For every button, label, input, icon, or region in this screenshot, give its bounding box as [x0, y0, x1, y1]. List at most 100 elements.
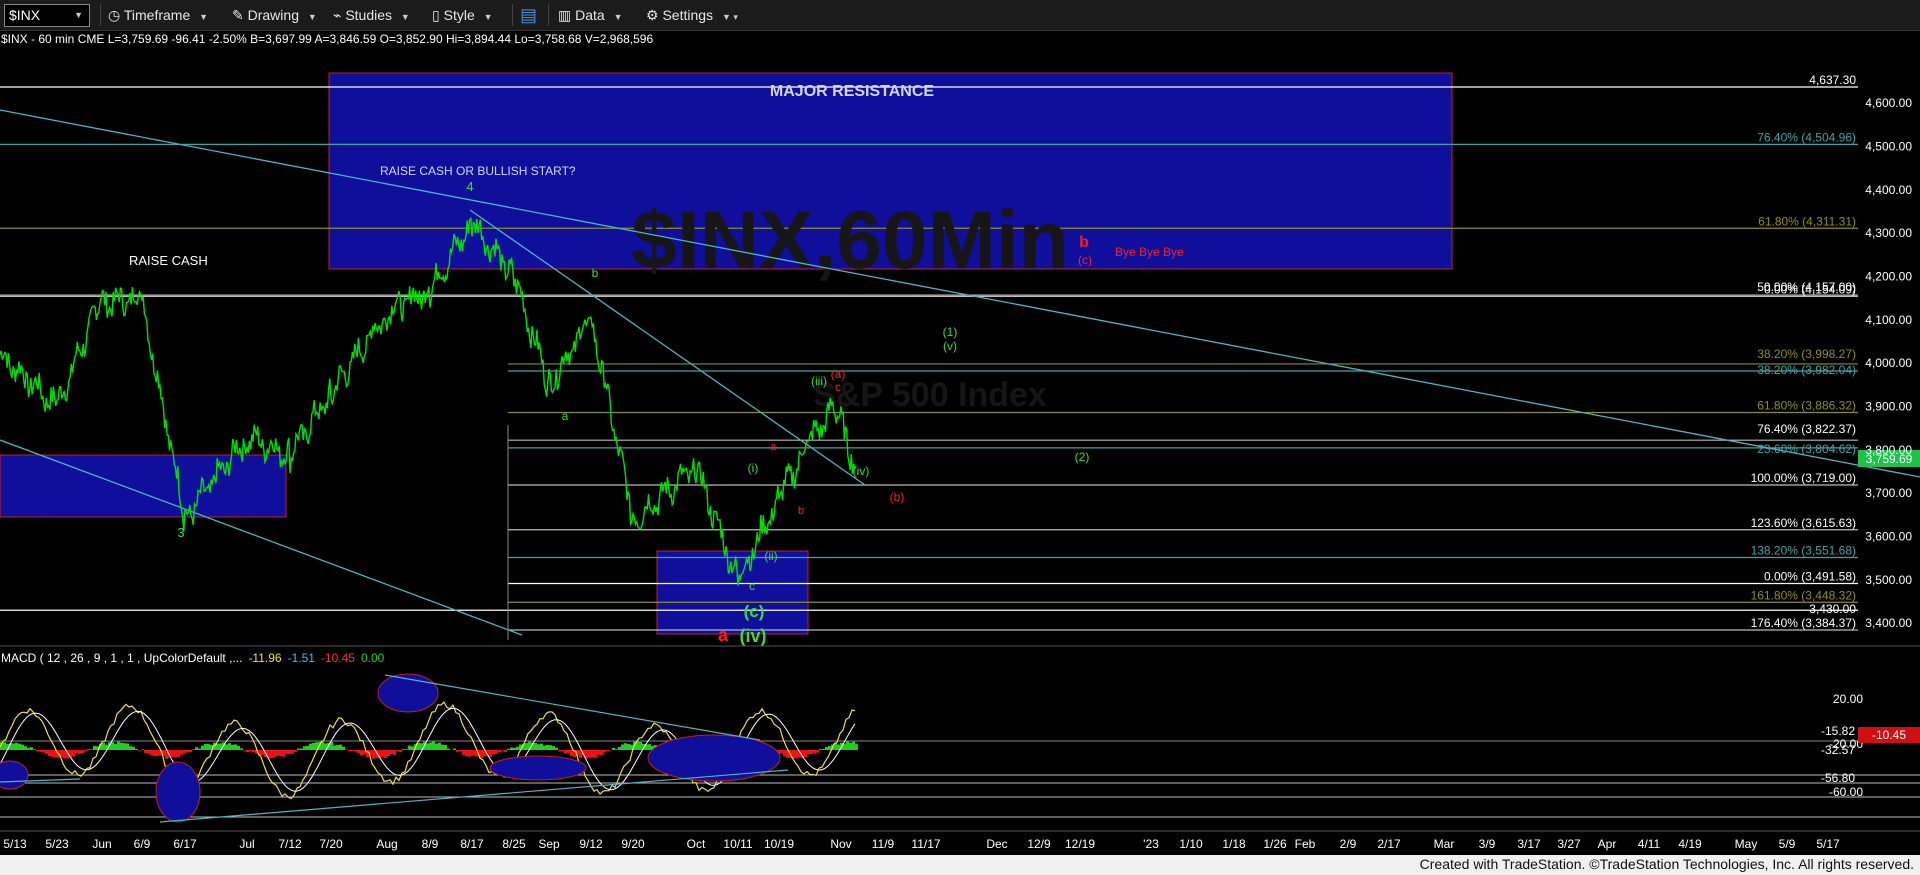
macd-histogram-bar — [339, 744, 342, 750]
macd-histogram-bar — [75, 750, 78, 754]
macd-histogram-bar — [804, 750, 807, 757]
timeframe-button[interactable]: ◷ Timeframe ▼ — [108, 4, 208, 26]
macd-histogram-bar — [828, 746, 831, 750]
time-tick-label: 5/13 — [3, 837, 27, 851]
wave-label: (a) — [831, 367, 846, 381]
studies-button[interactable]: ⌁ Studies ▼ — [333, 4, 410, 26]
macd-histogram-bar — [813, 750, 816, 753]
macd-histogram-bar — [411, 746, 414, 750]
time-tick-label: 5/17 — [1816, 837, 1840, 851]
settings-button[interactable]: ⚙ Settings ▼ ▾ — [646, 4, 738, 26]
macd-histogram-bar — [186, 750, 189, 753]
macd-histogram-bar — [24, 746, 27, 750]
macd-histogram-bar — [618, 746, 621, 750]
layout-icon[interactable]: ▤ — [520, 4, 537, 26]
macd-histogram-bar — [441, 744, 444, 750]
macd-histogram-bar — [144, 750, 147, 753]
wave-label: (iv) — [740, 626, 767, 646]
macd-histogram-bar — [321, 741, 324, 750]
wave-label: (1) — [943, 325, 958, 339]
time-tick-label: 2/9 — [1340, 837, 1357, 851]
macd-histogram-bar — [303, 746, 306, 750]
toolbar-divider — [548, 4, 549, 26]
macd-histogram-bar — [51, 750, 54, 757]
macd-histogram-bar — [72, 750, 75, 757]
macd-histogram-bar — [432, 741, 435, 750]
macd-histogram-bar — [102, 743, 105, 750]
macd-histogram-bar — [513, 747, 516, 750]
copyright-text: Created with TradeStation. ©TradeStation… — [1419, 856, 1914, 872]
macd-histogram-bar — [810, 750, 813, 755]
macd-histogram-bar — [597, 750, 600, 755]
macd-histogram-bar — [852, 741, 855, 750]
data-button[interactable]: ▥ Data ▼ — [558, 4, 623, 26]
macd-histogram-bar — [819, 749, 822, 750]
macd-histogram-bar — [444, 745, 447, 750]
time-tick-label: 3/9 — [1479, 837, 1496, 851]
macd-histogram-bar — [30, 747, 33, 750]
macd-histogram-bar — [402, 749, 405, 750]
chevron-down-icon: ▼ — [395, 12, 410, 22]
price-tick-label: 3,400.00 — [1865, 616, 1912, 630]
macd-histogram-bar — [123, 743, 126, 750]
time-tick-label: Feb — [1295, 837, 1316, 851]
macd-histogram-bar — [384, 750, 387, 758]
time-tick-label: 3/27 — [1557, 837, 1581, 851]
macd-histogram-bar — [504, 750, 507, 752]
time-tick-label: 12/9 — [1027, 837, 1051, 851]
price-tick-label: 4,400.00 — [1865, 183, 1912, 197]
chevron-down-icon: ▼ — [608, 12, 623, 22]
macd-histogram-bar — [201, 745, 204, 750]
macd-histogram-bar — [438, 742, 441, 750]
style-button[interactable]: ▯ Style ▼ — [432, 4, 493, 26]
macd-histogram-bar — [189, 750, 192, 753]
macd-histogram-bar — [249, 750, 252, 751]
wave-label: (c) — [744, 602, 765, 621]
macd-histogram-bar — [171, 750, 174, 757]
macd-histogram-bar — [606, 750, 609, 752]
macd-histogram-bar — [297, 748, 300, 750]
time-tick-label: 1/26 — [1263, 837, 1287, 851]
time-tick-label: Mar — [1434, 837, 1455, 851]
chevron-down-icon: ▼ — [478, 12, 493, 22]
time-tick-label: Apr — [1598, 837, 1617, 851]
price-tick-label: 4,600.00 — [1865, 96, 1912, 110]
macd-histogram-bar — [555, 747, 558, 750]
price-tick-label: 3,900.00 — [1865, 400, 1912, 414]
macd-histogram-bar — [600, 750, 603, 756]
fib-label: 4,637.30 — [1809, 73, 1856, 87]
data-label: Data — [575, 7, 605, 23]
macd-histogram-bar — [351, 750, 354, 751]
macd-histogram-bar — [120, 742, 123, 750]
macd-histogram-bar — [312, 743, 315, 750]
macd-histogram-bar — [12, 743, 15, 750]
wave-label: c — [835, 380, 841, 394]
macd-histogram-bar — [261, 750, 264, 756]
macd-histogram-bar — [615, 749, 618, 750]
macd-histogram-bar — [63, 750, 66, 759]
timeframe-label: Timeframe — [123, 7, 191, 23]
wave-label: (2) — [1075, 450, 1090, 464]
macd-histogram-bar — [300, 748, 303, 750]
support-box-bottom — [656, 550, 809, 635]
wave-label: a — [562, 409, 569, 423]
wave-label: (c) — [1078, 253, 1092, 267]
macd-histogram-bar — [354, 750, 357, 752]
macd-histogram-bar — [822, 748, 825, 750]
time-tick-label: 9/12 — [579, 837, 603, 851]
time-tick-label: 5/9 — [1779, 837, 1796, 851]
fib-label: 76.40% (3,822.37) — [1757, 422, 1856, 436]
symbol-select[interactable]: $INX ▼ — [4, 4, 90, 27]
macd-histogram-bar — [399, 750, 402, 753]
drawing-button[interactable]: ✎ Drawing ▼ — [232, 4, 317, 26]
time-tick-label: 3/17 — [1517, 837, 1541, 851]
chart-area[interactable]: 4,637.30 76.40% (4,504.96) 61.80% (4,311.3… — [0, 30, 1920, 855]
macd-histogram-bar — [126, 743, 129, 750]
price-tick-label: 3,800.00 — [1865, 443, 1912, 457]
macd-trendline-2 — [159, 769, 789, 823]
macd-histogram-bar — [198, 748, 201, 750]
macd-histogram-bar — [246, 750, 249, 753]
fib-label: 0.00% (4,154.09) — [1764, 282, 1856, 296]
macd-histogram-bar — [279, 750, 282, 757]
macd-histogram-bar — [837, 744, 840, 750]
